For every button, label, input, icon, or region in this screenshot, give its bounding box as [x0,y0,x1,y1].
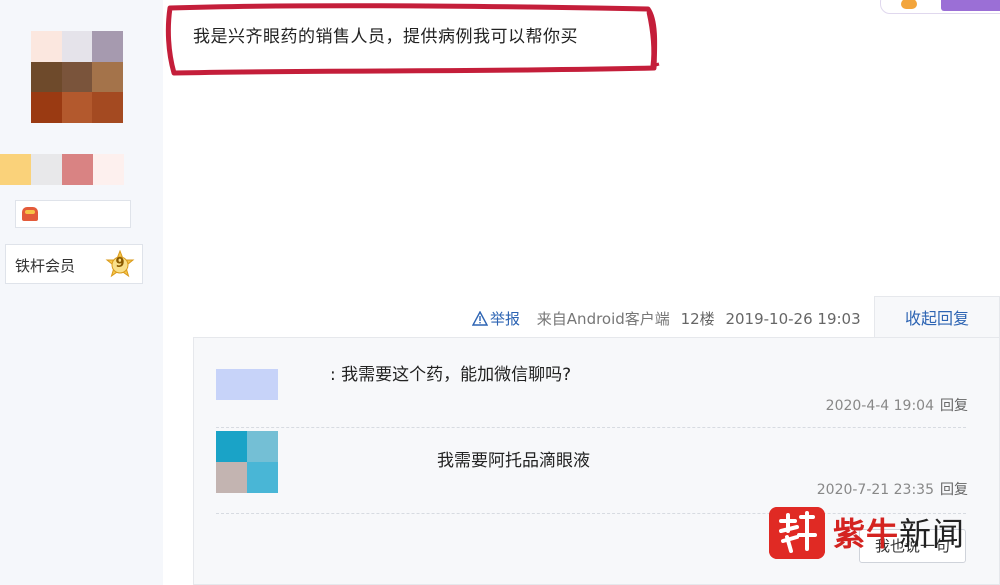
post-floor: 12楼 [680,310,715,328]
watermark-brand: 紫牛 [833,515,900,553]
reply-avatar[interactable] [216,431,278,493]
reply-text: : 我需要这个药，能加微信聊吗? [330,365,572,385]
member-level-box[interactable]: 铁杆会员 9 [5,244,143,284]
game-badge-icon [22,207,38,221]
collapse-replies-button[interactable]: 收起回复 [874,296,1000,338]
reply-meta: 2020-4-4 19:04 回复 [826,395,968,415]
reply-datetime: 2020-7-21 23:35 [816,482,934,498]
reply-button[interactable]: 回复 [940,482,968,498]
post-datetime: 2019-10-26 19:03 [725,310,861,328]
flame-icon [901,0,917,9]
reply-item: 我需要阿托品滴眼液 2020-7-21 23:35 回复 [216,428,968,514]
post-content: 我是兴齐眼药的销售人员，提供病例我可以帮你买 [193,27,578,47]
author-avatar[interactable] [31,31,123,123]
watermark-text: 紫牛新闻 [833,509,965,555]
author-panel: 铁杆会员 9 [0,0,163,585]
reply-meta: 2020-7-21 23:35 回复 [817,479,968,499]
zi-niu-logo-icon [769,507,825,559]
reply-text: 我需要阿托品滴眼液 [437,451,590,471]
member-level-number: 9 [115,256,125,271]
report-label: 举报 [490,310,521,328]
news-watermark: 紫牛新闻 [769,505,987,561]
reply-item: : 我需要这个药，能加微信聊吗? 2020-4-4 19:04 回复 [216,338,968,428]
watermark-suffix: 新闻 [899,515,966,553]
vip-badge [941,0,1000,11]
top-toolbar-widget[interactable] [880,0,1000,14]
member-title: 铁杆会员 [15,257,76,275]
post-source: 来自Android客户端 [536,310,670,328]
reply-datetime: 2020-4-4 19:04 [825,398,934,414]
author-badge[interactable] [15,200,131,228]
warning-icon [472,311,488,326]
level-star-icon: 9 [105,250,135,280]
reply-button[interactable]: 回复 [940,398,968,414]
reply-avatar[interactable] [216,369,278,400]
author-name-blurred [0,154,124,185]
report-link[interactable]: 举报 [472,310,531,328]
post-meta: 举报 来自Android客户端 12楼 2019-10-26 19:03 [472,308,867,329]
